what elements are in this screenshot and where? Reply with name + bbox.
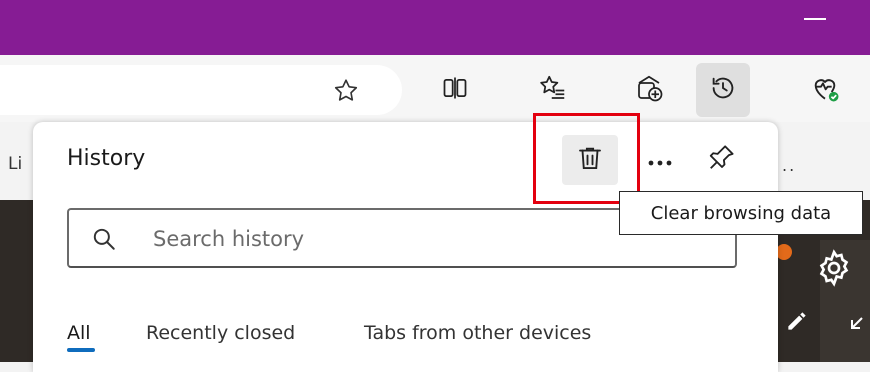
pin-icon — [707, 142, 737, 176]
tab-all[interactable]: All — [67, 322, 95, 352]
window-titlebar — [0, 0, 870, 55]
tab-other-devices[interactable]: Tabs from other devices — [364, 322, 591, 344]
tab-label: Tabs from other devices — [364, 322, 592, 344]
collections-button[interactable] — [622, 63, 676, 117]
bookmark-item-truncated[interactable]: Li — [8, 154, 22, 174]
history-clock-icon — [708, 73, 738, 107]
browser-essentials-heart-icon — [809, 72, 841, 108]
tooltip: Clear browsing data — [619, 191, 863, 235]
active-tab-indicator — [67, 348, 95, 352]
favorites-button[interactable] — [526, 63, 580, 117]
star-outline-icon[interactable] — [332, 77, 360, 109]
panel-title: History — [67, 146, 146, 171]
tab-recently-closed[interactable]: Recently closed — [146, 322, 295, 344]
edit-icon[interactable] — [784, 308, 810, 338]
browser-toolbar — [0, 55, 870, 122]
favorites-list-icon — [538, 73, 568, 107]
collections-add-icon — [634, 73, 664, 107]
browser-essentials-button[interactable] — [798, 63, 852, 117]
expand-icon[interactable] — [848, 308, 870, 336]
history-panel: History All Recently closed Tabs from ot… — [33, 122, 778, 372]
more-options-button[interactable] — [638, 140, 682, 180]
history-button[interactable] — [696, 63, 750, 117]
minimize-icon[interactable] — [804, 18, 826, 20]
address-bar[interactable] — [0, 65, 402, 115]
gear-icon[interactable] — [814, 248, 854, 292]
search-icon — [91, 226, 117, 256]
split-screen-icon — [441, 74, 469, 106]
bookmarks-overflow[interactable]: .. — [782, 156, 796, 175]
more-options-icon — [647, 148, 673, 173]
tooltip-text: Clear browsing data — [650, 202, 832, 224]
tab-label: Recently closed — [146, 322, 296, 344]
pin-panel-button[interactable] — [699, 136, 745, 182]
split-screen-button[interactable] — [428, 63, 482, 117]
tab-label: All — [67, 322, 91, 344]
notification-dot — [776, 244, 792, 260]
